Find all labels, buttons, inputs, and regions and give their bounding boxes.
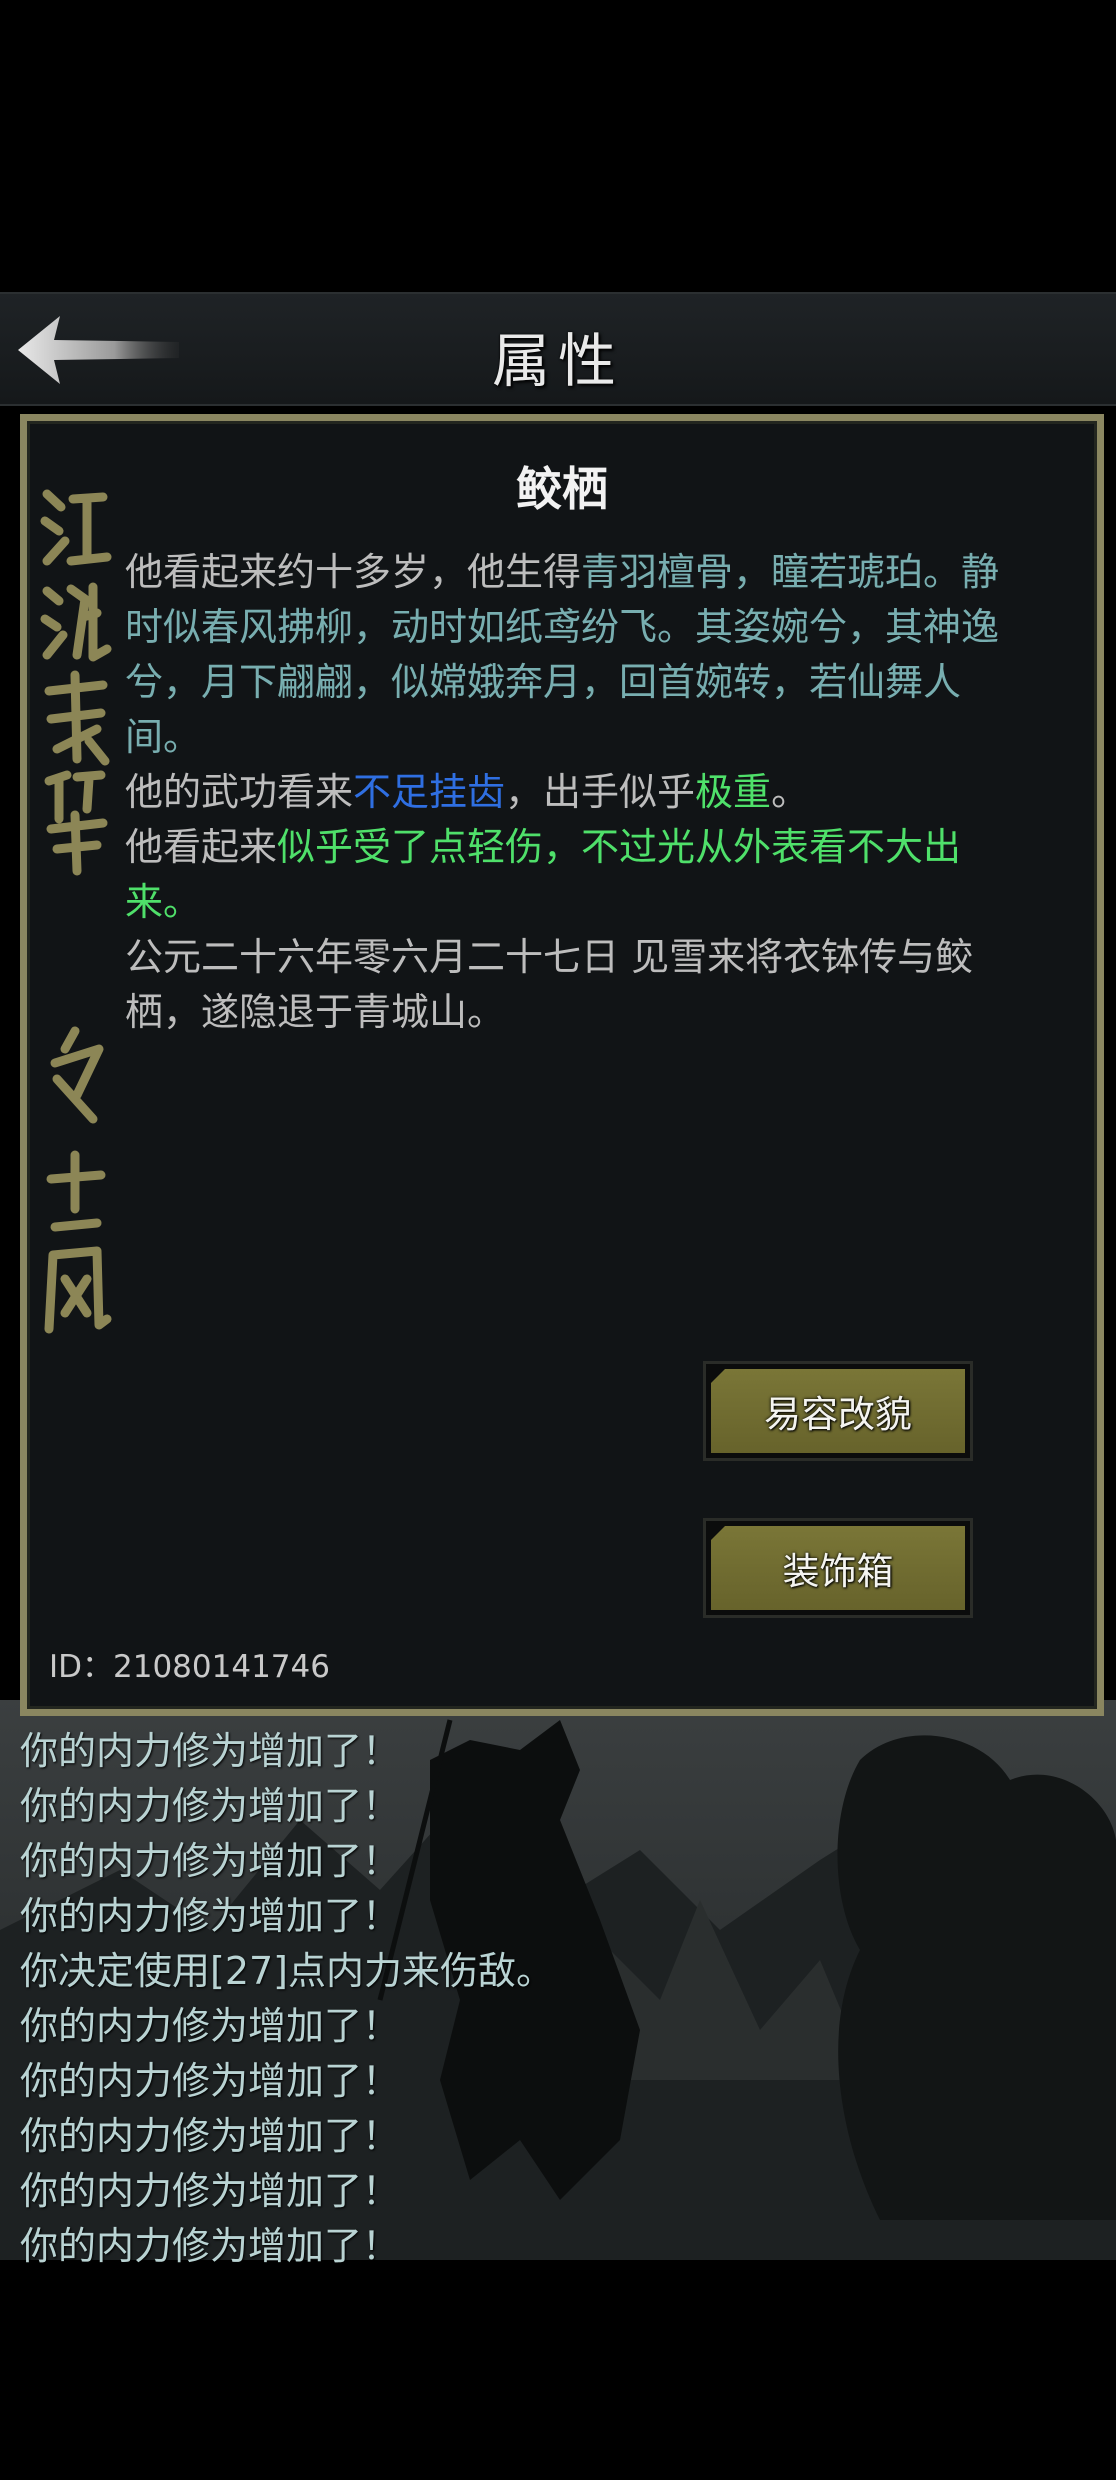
- disguise-button-label: 易容改貌: [711, 1369, 965, 1453]
- log-line: 你的内力修为增加了！: [20, 2114, 401, 2158]
- player-id: ID：21080141746: [49, 1649, 330, 1685]
- log-line: 你的内力修为增加了！: [20, 2169, 401, 2213]
- log-line: 你的内力修为增加了！: [20, 1784, 401, 1828]
- decoration-box-button[interactable]: 装饰箱: [703, 1518, 973, 1618]
- log-line: 你的内力修为增加了！: [20, 2004, 401, 2048]
- decoration-box-button-label: 装饰箱: [711, 1526, 965, 1610]
- message-log[interactable]: 你的内力修为增加了！ 你的内力修为增加了！ 你的内力修为增加了！ 你的内力修为增…: [20, 1724, 920, 2274]
- log-line: 你的内力修为增加了！: [20, 2059, 401, 2103]
- log-line: 你的内力修为增加了！: [20, 2224, 401, 2268]
- martial-arts-text: 他的武功看来不足挂齿，出手似乎极重。: [125, 770, 810, 814]
- health-text: 他看起来似乎受了点轻伤，不过光从外表看不大出来。: [125, 825, 962, 924]
- calligraphy-decoration: [40, 489, 112, 1334]
- appearance-text: 他看起来约十多岁，他生得青羽檀骨，瞳若琥珀。静时似春风拂柳，动时如纸鸢纷飞。其姿…: [125, 550, 1000, 759]
- attribute-panel: 鲛栖 他看起来约十多岁，他生得青羽檀骨，瞳若琥珀。静时似春风拂柳，动时如纸鸢纷飞…: [20, 414, 1104, 1716]
- log-line: 你决定使用[27]点内力来伤敌。: [20, 1949, 555, 1993]
- character-name: 鲛栖: [516, 462, 608, 516]
- log-line: 你的内力修为增加了！: [20, 1729, 401, 1773]
- log-line: 你的内力修为增加了！: [20, 1839, 401, 1883]
- log-line: 你的内力修为增加了！: [20, 1894, 401, 1938]
- disguise-button[interactable]: 易容改貌: [703, 1361, 973, 1461]
- history-text: 公元二十六年零六月二十七日 见雪来将衣钵传与鲛栖，遂隐退于青城山。: [125, 935, 974, 1034]
- character-description: 他看起来约十多岁，他生得青羽檀骨，瞳若琥珀。静时似春风拂柳，动时如纸鸢纷飞。其姿…: [125, 545, 1015, 1040]
- header-bar: 属性: [0, 292, 1116, 406]
- page-title: 属性: [491, 327, 624, 395]
